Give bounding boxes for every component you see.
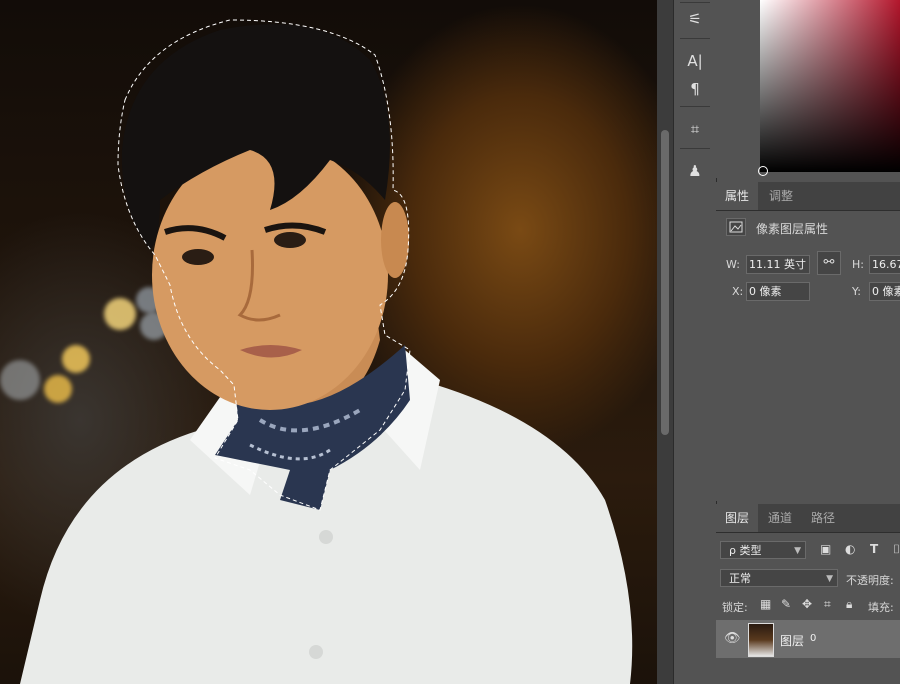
color-picker-field[interactable] [760, 0, 900, 172]
link-dimensions-button[interactable]: ⚯ [817, 251, 841, 275]
pixel-layer-icon [726, 218, 746, 236]
filter-pixel-icon[interactable]: ▣ [820, 542, 831, 556]
tab-adjustments[interactable]: 调整 [760, 182, 802, 210]
portrait-illustration [20, 19, 633, 684]
properties-panel: 像素图层属性 W: 11.11 英寸 ⚯ H: 16.67 X: 0 像素 Y:… [716, 211, 900, 501]
toolbar-divider [680, 2, 710, 3]
lock-artboard-icon[interactable]: ⌗ [824, 597, 831, 612]
opacity-label: 不透明度: [846, 574, 894, 587]
character-icon[interactable]: A| [683, 50, 707, 72]
fill-label: 填充: [868, 601, 894, 614]
toolbar-divider [680, 38, 710, 39]
canvas-scrollbar[interactable] [657, 0, 673, 684]
layers-empty-area [716, 658, 900, 684]
document-canvas[interactable] [0, 0, 657, 684]
pixel-layer-properties-title: 像素图层属性 [756, 222, 829, 236]
filter-type-icon[interactable]: T [870, 542, 878, 556]
layer-number: 0 [810, 633, 817, 644]
tab-channels[interactable]: 通道 [759, 504, 801, 532]
blend-mode-dropdown[interactable]: 正常 ▼ [720, 569, 838, 587]
height-field[interactable]: 16.67 [869, 255, 900, 274]
x-label: X: [732, 285, 744, 298]
tab-paths[interactable]: 路径 [802, 504, 844, 532]
layer-filter-label: ρ 类型 [729, 544, 762, 557]
blend-mode-value: 正常 [729, 572, 751, 585]
lock-all-icon[interactable]: 🔒︎ [846, 597, 852, 612]
tab-properties[interactable]: 属性 [716, 182, 759, 210]
layers-tabbar: 图层 通道 路径 [716, 504, 900, 533]
crop-icon[interactable]: ⌗ [683, 118, 707, 140]
filter-shape-icon[interactable]: ⌷ [893, 542, 900, 557]
width-label: W: [726, 258, 740, 271]
width-field[interactable]: 11.11 英寸 [746, 255, 810, 274]
layer-filter-dropdown[interactable]: ρ 类型 ▼ [720, 541, 806, 559]
y-field[interactable]: 0 像素 [869, 282, 900, 301]
layer-name[interactable]: 图层 [780, 632, 804, 649]
properties-tabbar: 属性 调整 [716, 182, 900, 211]
scrollbar-thumb[interactable] [661, 130, 669, 435]
lock-position-icon[interactable]: ✥ [802, 597, 812, 611]
chevron-down-icon: ▼ [794, 546, 801, 556]
tab-layers[interactable]: 图层 [716, 504, 759, 532]
adjust-sliders-icon[interactable]: ⚟ [683, 8, 707, 30]
layer-thumbnail [748, 623, 774, 657]
lock-transparency-icon[interactable]: ▦ [760, 597, 771, 611]
toolbar-divider [680, 106, 710, 107]
height-label: H: [852, 258, 864, 271]
paragraph-icon[interactable]: ¶ [683, 78, 707, 100]
x-field[interactable]: 0 像素 [746, 282, 810, 301]
filter-adjustment-icon[interactable]: ◐ [845, 542, 855, 556]
puppet-icon[interactable]: ♟ [683, 160, 707, 182]
toolbar-divider [680, 148, 710, 149]
link-icon: ⚯ [823, 255, 835, 270]
y-label: Y: [852, 285, 861, 298]
layer-row[interactable]: 👁︎ 图层 0 [716, 620, 900, 658]
lock-label: 锁定: [722, 601, 748, 614]
chevron-down-icon: ▼ [826, 574, 833, 584]
visibility-eye-icon[interactable]: 👁︎ [724, 631, 741, 646]
lock-brush-icon[interactable]: ✎ [781, 597, 791, 611]
color-picker-cursor[interactable] [758, 166, 768, 176]
panel-tool-strip: ⚟ A| ¶ ⌗ ♟ [673, 0, 717, 684]
